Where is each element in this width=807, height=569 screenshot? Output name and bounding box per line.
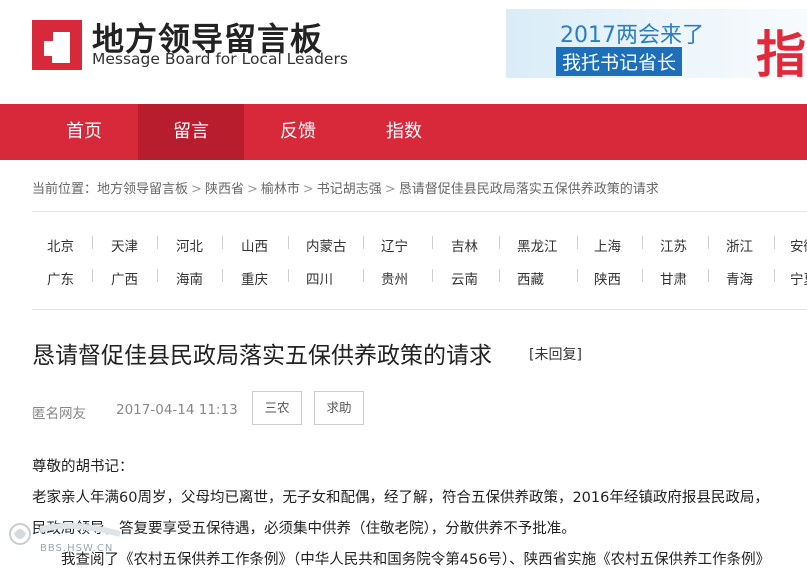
post-paragraph: 老家亲人年满60周岁，父母均已离世，无子女和配偶，经了解，符合五保供养政策，20… — [32, 490, 769, 506]
post-title: 恳请督促佳县民政局落实五保供养政策的请求 — [32, 343, 492, 369]
nav-home[interactable]: 首页 — [30, 104, 138, 160]
watermark-text: BBS.HSW.CN — [40, 543, 114, 554]
province-link[interactable]: 江苏 — [660, 235, 687, 255]
separator — [363, 269, 364, 282]
separator — [432, 269, 433, 282]
province-row-2: 广东 广西 海南 重庆 四川 贵州 云南 西藏 陕西 甘肃 青海 宁夏 — [32, 268, 807, 290]
province-link[interactable]: 广西 — [111, 268, 138, 288]
nav-index[interactable]: 指数 — [352, 104, 456, 160]
province-link[interactable]: 西藏 — [517, 268, 544, 288]
post-author: 匿名网友 — [32, 406, 86, 422]
separator — [432, 236, 433, 249]
site-subtitle: Message Board for Local Leaders — [92, 50, 348, 68]
post-greeting: 尊敬的胡书记： — [32, 459, 134, 475]
province-link[interactable]: 上海 — [594, 235, 621, 255]
breadcrumb-item-current: 恳请督促佳县民政局落实五保供养政策的请求 — [398, 182, 659, 197]
breadcrumb-item-province[interactable]: 陕西省 — [205, 182, 244, 197]
province-link[interactable]: 山西 — [241, 235, 268, 255]
watermark-logo-icon — [9, 522, 121, 545]
province-link[interactable]: 浙江 — [726, 235, 753, 255]
separator — [642, 269, 643, 282]
separator — [288, 236, 289, 249]
separator — [222, 269, 223, 282]
breadcrumb-item-city[interactable]: 榆林市 — [261, 182, 300, 197]
tag-button[interactable]: 求助 — [314, 391, 364, 425]
separator — [92, 269, 93, 282]
divider — [32, 211, 807, 212]
province-link[interactable]: 吉林 — [451, 235, 478, 255]
breadcrumb-prefix: 当前位置： — [32, 182, 98, 197]
post-time: 2017-04-14 11:13 — [116, 402, 238, 418]
province-link[interactable]: 四川 — [306, 268, 333, 288]
province-link[interactable]: 广东 — [47, 268, 74, 288]
separator — [642, 236, 643, 249]
banner-tagline: 我托书记省长 — [556, 47, 683, 76]
province-link[interactable]: 内蒙古 — [306, 235, 347, 255]
province-link[interactable]: 黑龙江 — [517, 235, 558, 255]
nav-messages[interactable]: 留言 — [138, 104, 244, 160]
province-link[interactable]: 河北 — [176, 235, 203, 255]
province-link[interactable]: 青海 — [726, 268, 753, 288]
post-paragraph: 我查阅了《农村五保供养工作条例》（中华人民共和国务院令第456号）、陕西省实施《… — [32, 552, 771, 568]
province-link[interactable]: 安徽 — [790, 235, 807, 255]
province-row-1: 北京 天津 河北 山西 内蒙古 辽宁 吉林 黑龙江 上海 江苏 浙江 安徽 — [32, 235, 807, 257]
breadcrumb: 当前位置：地方领导留言板 > 陕西省 > 榆林市 > 书记胡志强 > 恳请督促佳县民政局落实五保… — [32, 182, 659, 197]
province-link[interactable]: 天津 — [111, 235, 138, 255]
breadcrumb-item-leader[interactable]: 书记胡志强 — [317, 182, 382, 197]
province-link[interactable]: 海南 — [176, 268, 203, 288]
separator — [774, 236, 775, 249]
province-link[interactable]: 北京 — [47, 235, 74, 255]
province-link[interactable]: 陕西 — [594, 268, 621, 288]
tag-button[interactable]: 三农 — [252, 391, 302, 425]
separator — [577, 269, 578, 282]
separator — [708, 236, 709, 249]
banner-headline: 2017两会来了 — [560, 23, 704, 48]
province-link[interactable]: 辽宁 — [381, 235, 408, 255]
promo-banner[interactable]: 2017两会来了 我托书记省长 指 — [506, 9, 807, 78]
reply-status-badge: [未回复] — [529, 347, 582, 363]
banner-big-char: 指 — [756, 25, 806, 78]
post-paragraph: 民政局领导，答复要享受五保待遇，必须集中供养（住敬老院），分散供养不予批准。 — [32, 521, 576, 537]
site-header: 地方领导留言板 Message Board for Local Leaders … — [0, 0, 807, 104]
main-nav: 首页 留言 反馈 指数 — [0, 104, 807, 160]
separator — [157, 236, 158, 249]
province-link[interactable]: 重庆 — [241, 268, 268, 288]
separator — [222, 236, 223, 249]
separator — [708, 269, 709, 282]
separator — [157, 269, 158, 282]
province-link[interactable]: 甘肃 — [660, 268, 687, 288]
divider — [32, 309, 807, 310]
province-link[interactable]: 贵州 — [381, 268, 408, 288]
separator — [288, 269, 289, 282]
separator — [499, 236, 500, 249]
separator — [92, 236, 93, 249]
separator — [363, 236, 364, 249]
breadcrumb-item-home[interactable]: 地方领导留言板 — [97, 182, 188, 197]
separator — [774, 269, 775, 282]
separator — [577, 236, 578, 249]
logo-icon[interactable] — [32, 20, 82, 70]
province-link[interactable]: 云南 — [451, 268, 478, 288]
province-link[interactable]: 宁夏 — [790, 268, 807, 288]
separator — [499, 269, 500, 282]
nav-feedback[interactable]: 反馈 — [244, 104, 352, 160]
